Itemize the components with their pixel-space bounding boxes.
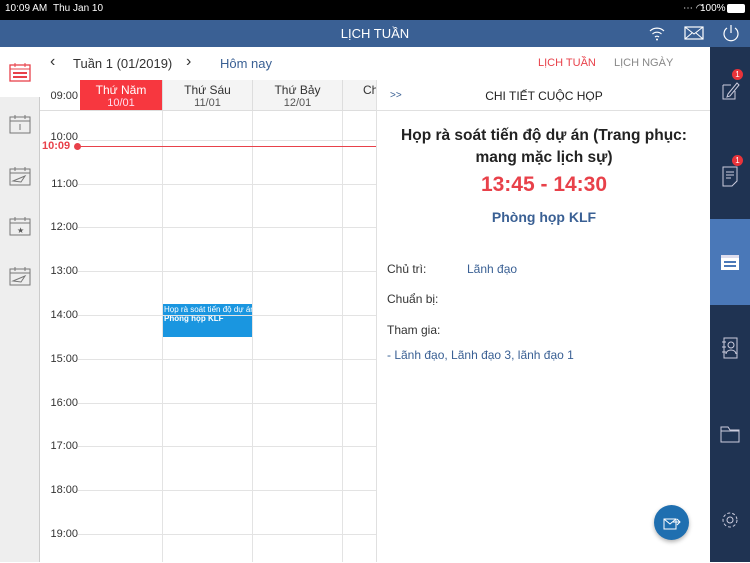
sidebar-item-settings[interactable]	[710, 477, 750, 563]
sidebar-item-trip-calendar[interactable]	[0, 151, 40, 201]
right-sidebar: 1 1	[710, 47, 750, 562]
calendar-info-icon	[9, 115, 31, 134]
meeting-title: Họp rà soát tiến độ dự án (Trang phục: m…	[401, 127, 687, 166]
sidebar-item-contacts[interactable]	[710, 305, 750, 391]
document-icon	[722, 166, 738, 187]
hour-gridline	[78, 446, 376, 448]
hour-gridline	[78, 315, 376, 316]
documents-badge: 1	[732, 155, 743, 166]
hour-gridline	[78, 227, 376, 229]
calendar-plane-star-icon	[9, 267, 31, 286]
hour-gridline	[78, 183, 376, 185]
gear-icon	[722, 512, 738, 528]
next-week-button[interactable]: ›	[186, 53, 191, 71]
attend-label: Tham gia:	[387, 323, 441, 337]
status-date: Thu Jan 10	[53, 3, 104, 14]
hour-gridline	[78, 534, 376, 535]
meeting-detail-panel: >> CHI TIẾT CUỘC HỌP Họp rà soát tiến độ…	[376, 80, 711, 562]
day-date: 10/01	[107, 97, 135, 109]
prev-week-button[interactable]: ‹	[50, 53, 55, 71]
meeting-time: 13:45 - 14:30	[480, 173, 608, 196]
hour-label: 09:00	[50, 90, 78, 102]
day-header-thu[interactable]: Thứ Năm 10/01	[80, 80, 163, 111]
hour-label: 17:00	[50, 440, 78, 453]
sidebar-item-calendar[interactable]	[710, 219, 750, 305]
day-name: Thứ Năm	[95, 83, 147, 97]
sidebar-item-documents[interactable]: 1	[710, 133, 750, 219]
hour-gridline	[78, 139, 376, 141]
toolbar: ‹ Tuần 1 (01/2019) › Hôm nay LỊCH TUẦN L…	[40, 47, 710, 80]
edit-note-icon	[722, 82, 740, 100]
sidebar-item-trip-star-calendar[interactable]	[0, 251, 40, 301]
sidebar-item-day-calendar[interactable]	[0, 99, 40, 149]
grid-divider	[252, 111, 253, 562]
sidebar-item-event-calendar[interactable]: ★	[0, 201, 40, 251]
meeting-room: Phòng họp KLF	[491, 209, 597, 225]
hour-gridline	[78, 271, 376, 273]
contacts-book-icon	[722, 337, 738, 359]
attendees-value: - Lãnh đạo, Lãnh đạo 3, lãnh đạo 1	[387, 348, 574, 362]
hour-label: 12:00	[50, 221, 78, 234]
day-date: 12/01	[283, 97, 312, 109]
hour-label: 13:00	[50, 265, 78, 278]
week-label: Tuần 1 (01/2019)	[73, 56, 173, 71]
hour-label: 11:00	[51, 177, 78, 190]
day-name: Thứ Sáu	[184, 83, 231, 97]
app-header: LỊCH TUẦN	[0, 20, 750, 47]
hour-label: 18:00	[50, 484, 78, 497]
status-bar: 10:09 AM Thu Jan 10 ⋯ ◠ 100%	[0, 0, 750, 20]
day-header-fri[interactable]: Thứ Sáu 11/01	[163, 80, 253, 111]
calendar-plane-icon	[9, 167, 31, 186]
hour-label: 10:00	[50, 130, 78, 143]
calendar-icon	[721, 255, 739, 270]
page-title: LỊCH TUẦN	[340, 26, 410, 41]
detail-heading: CHI TIẾT CUỘC HỌP	[485, 89, 603, 103]
tab-week[interactable]: LỊCH TUẦN	[538, 57, 596, 69]
wifi-icon[interactable]	[648, 24, 666, 42]
chair-value: Lãnh đạo	[467, 262, 518, 276]
hour-gridline	[78, 402, 376, 404]
calendar-event[interactable]: Họp rà soát tiến độ dự án Phòng họp KLF	[163, 304, 252, 337]
day-date: 11/01	[194, 97, 221, 109]
drafts-badge: 1	[732, 69, 743, 80]
prep-label: Chuẩn bị:	[387, 292, 439, 306]
power-icon[interactable]	[722, 23, 740, 43]
calendar-star-icon: ★	[9, 217, 31, 236]
hour-label: 15:00	[50, 352, 78, 365]
hour-label: 19:00	[50, 528, 78, 540]
current-time-line	[78, 146, 376, 147]
tab-day[interactable]: LỊCH NGÀY	[614, 57, 673, 69]
day-header-sat[interactable]: Thứ Bảy 12/01	[253, 80, 343, 111]
send-mail-button[interactable]	[654, 505, 689, 540]
hour-label: 14:00	[50, 309, 78, 321]
hour-gridline	[78, 490, 376, 492]
grid-divider	[342, 111, 343, 562]
battery-icon	[727, 4, 745, 13]
calendar-grid-icon	[9, 63, 31, 82]
mail-icon[interactable]	[684, 25, 704, 41]
sidebar-item-folders[interactable]	[710, 391, 750, 477]
mail-forward-icon	[663, 518, 681, 529]
left-sidebar: ★	[0, 47, 40, 562]
sidebar-item-week-calendar[interactable]	[0, 47, 40, 97]
chair-label: Chủ trì:	[387, 262, 427, 276]
hour-label: 16:00	[50, 396, 78, 409]
today-button[interactable]: Hôm nay	[220, 56, 272, 71]
day-name: Thứ Bảy	[274, 83, 321, 97]
detail-header: >> CHI TIẾT CUỘC HỌP	[377, 80, 711, 111]
status-time: 10:09 AM	[5, 3, 48, 14]
sidebar-item-drafts[interactable]: 1	[710, 47, 750, 133]
folder-icon	[720, 426, 740, 443]
hour-gridline	[78, 358, 376, 360]
battery-level: 100%	[700, 3, 726, 14]
svg-text:★: ★	[17, 226, 24, 235]
event-title: Họp rà soát tiến độ dự án	[164, 305, 252, 314]
